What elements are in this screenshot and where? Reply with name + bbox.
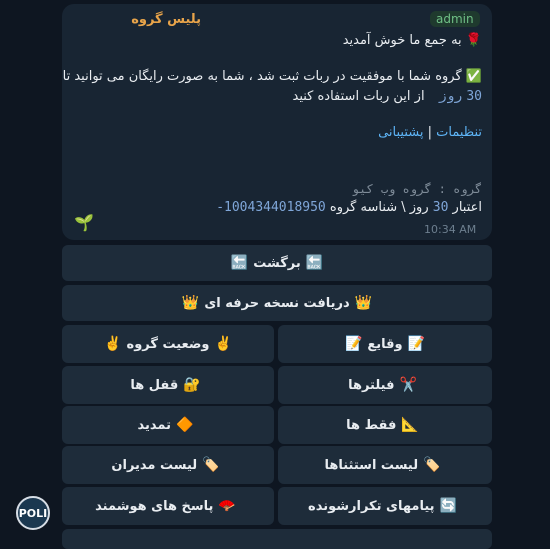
bot-avatar[interactable]: POLI xyxy=(16,496,50,530)
group-title-line: گروه : گروه وب کیو xyxy=(351,182,482,196)
group-status-button[interactable]: ✌️ وضعیت گروه ✌️ xyxy=(62,325,274,363)
memo-icon-2: 📝 xyxy=(344,336,363,352)
events-button[interactable]: 📝 وقایع 📝 xyxy=(278,325,492,363)
trial-line: 30 روز از این ربات استفاده کنید xyxy=(293,89,483,104)
back-icon-2: 🔙 xyxy=(230,255,249,271)
smart-replies-button[interactable]: 🪭 پاسخ های هوشمند xyxy=(62,487,274,525)
success-line: ✅ گروه شما با موفقیت در ربات ثبت شد ، شم… xyxy=(63,69,482,84)
only-button[interactable]: 📐 فقط ها xyxy=(278,406,492,444)
credit-mid: روز \ شناسه گروه xyxy=(329,200,429,215)
back-button[interactable]: 🔙 برگشت 🔙 xyxy=(62,245,492,281)
exceptions-list-button[interactable]: 🏷️ لیست استثناها xyxy=(278,446,492,484)
credit-prefix: اعتبار xyxy=(452,200,482,215)
settings-link[interactable]: تنظیمات xyxy=(436,125,482,140)
crown-icon-2: 👑 xyxy=(181,295,200,311)
repeating-messages-button[interactable]: 🔄 پیامهای تکرارشونده xyxy=(278,487,492,525)
scissors-icon: ✂️ xyxy=(399,377,417,393)
message-time: 10:34 AM xyxy=(424,223,477,236)
events-label: وقایع xyxy=(367,336,403,352)
links-line: تنظیمات | پشتیبانی xyxy=(378,125,482,140)
victory-hand-icon: ✌️ xyxy=(214,336,232,352)
group-status-label: وضعیت گروه xyxy=(126,336,210,352)
check-mark-icon: ✅ xyxy=(465,69,482,84)
label-tag-icon: 🏷️ xyxy=(423,457,441,473)
trial-days: 30 xyxy=(466,89,482,104)
orange-diamond-icon: 🔶 xyxy=(176,417,194,433)
repeat-arrows-icon: 🔄 xyxy=(439,498,457,514)
welcome-line: 🌹 به جمع ما خوش آمدید xyxy=(343,33,482,48)
back-icon: 🔙 xyxy=(305,255,324,271)
extend-label: تمدید xyxy=(137,417,172,433)
sender-name[interactable]: پلیس گروه xyxy=(131,12,201,27)
crown-icon: 👑 xyxy=(354,295,373,311)
exceptions-list-label: لیست استثناها xyxy=(324,457,419,473)
trial-text: از این ربات استفاده کنید xyxy=(292,89,425,104)
next-row-button[interactable] xyxy=(62,529,492,549)
group-id[interactable]: -1004344018950 xyxy=(216,200,326,215)
triangular-ruler-icon: 📐 xyxy=(401,417,419,433)
pro-version-button[interactable]: 👑 دریافت نسخه حرفه ای 👑 xyxy=(62,285,492,321)
credit-line: اعتبار 30 روز \ شناسه گروه -100434401895… xyxy=(216,200,482,215)
back-label: برگشت xyxy=(253,255,301,271)
admins-list-label: لیست مدیران xyxy=(111,457,198,473)
label-tag-icon-2: 🏷️ xyxy=(202,457,220,473)
admin-badge: admin xyxy=(430,11,480,27)
smart-replies-label: پاسخ های هوشمند xyxy=(95,498,214,514)
rose-icon: 🌹 xyxy=(465,33,482,48)
sprout-icon: 🌱 xyxy=(74,213,94,232)
filters-button[interactable]: ✂️ فیلترها xyxy=(278,366,492,404)
memo-icon: 📝 xyxy=(407,336,426,352)
extend-button[interactable]: 🔶 تمدید xyxy=(62,406,274,444)
lock-key-icon: 🔐 xyxy=(183,377,201,393)
welcome-text: به جمع ما خوش آمدید xyxy=(342,33,462,48)
folding-fan-icon: 🪭 xyxy=(218,498,236,514)
victory-hand-icon-2: ✌️ xyxy=(104,336,122,352)
repeating-messages-label: پیامهای تکرارشونده xyxy=(308,498,435,514)
only-label: فقط ها xyxy=(346,417,397,433)
locks-label: قفل ها xyxy=(130,377,179,393)
days-unit: روز xyxy=(438,89,463,104)
support-link[interactable]: پشتیبانی xyxy=(378,125,423,140)
link-separator: | xyxy=(427,125,433,140)
success-text: گروه شما با موفقیت در ربات ثبت شد ، شما … xyxy=(62,69,462,84)
filters-label: فیلترها xyxy=(348,377,395,393)
admins-list-button[interactable]: 🏷️ لیست مدیران xyxy=(62,446,274,484)
credit-days: 30 xyxy=(432,200,449,215)
locks-button[interactable]: 🔐 قفل ها xyxy=(62,366,274,404)
pro-version-label: دریافت نسخه حرفه ای xyxy=(204,295,350,311)
